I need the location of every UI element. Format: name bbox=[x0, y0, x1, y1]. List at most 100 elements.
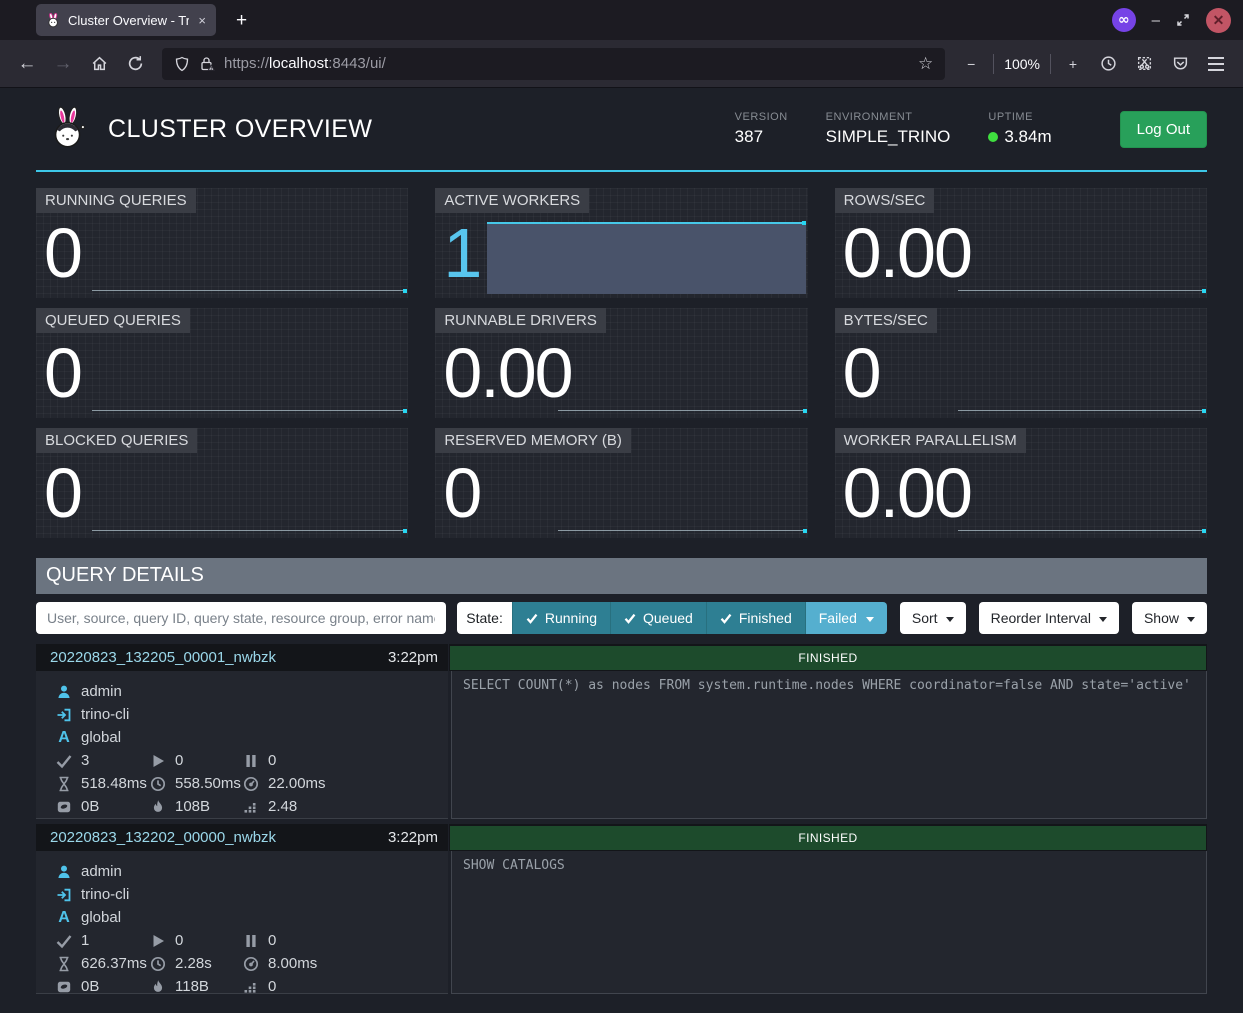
new-tab-button[interactable]: + bbox=[228, 10, 255, 32]
state-button-label: Queued bbox=[643, 610, 693, 626]
query-body: admin trino-cli A global 1 bbox=[36, 851, 1207, 994]
queued-splits: 0 bbox=[243, 749, 442, 772]
zoom-level[interactable]: 100% bbox=[1004, 56, 1040, 72]
completed-splits: 1 bbox=[56, 929, 150, 952]
zoom-controls: − 100% + bbox=[959, 48, 1085, 80]
state-button-label: Failed bbox=[819, 610, 857, 626]
sort-dropdown[interactable]: Sort bbox=[900, 602, 966, 634]
play-icon bbox=[150, 753, 166, 769]
query-id-link[interactable]: 20220823_132202_00000_nwbzk bbox=[50, 829, 276, 846]
tile-running-queries: RUNNING QUERIES 0 bbox=[36, 188, 408, 298]
screenshot-button[interactable] bbox=[1127, 48, 1161, 80]
sparkline bbox=[958, 410, 1204, 411]
tile-label: RUNNING QUERIES bbox=[36, 188, 196, 213]
sparkline bbox=[92, 290, 405, 291]
play-icon bbox=[150, 933, 166, 949]
zoom-out-button[interactable]: − bbox=[959, 48, 983, 80]
user-icon bbox=[56, 684, 72, 700]
query-user-value: admin bbox=[81, 863, 122, 880]
sparkline-dot bbox=[802, 221, 806, 225]
completed-splits-value: 3 bbox=[81, 752, 89, 769]
query-sql-panel: SHOW CATALOGS bbox=[451, 851, 1207, 994]
tile-label: ROWS/SEC bbox=[835, 188, 935, 213]
trino-bunny-logo-icon bbox=[46, 106, 92, 152]
pocket-button[interactable] bbox=[1163, 48, 1197, 80]
fire-icon bbox=[150, 799, 166, 815]
parallelism-chart-icon bbox=[243, 799, 259, 815]
query-source-value: trino-cli bbox=[81, 886, 129, 903]
separator bbox=[1050, 54, 1051, 74]
forward-button[interactable]: → bbox=[46, 48, 80, 80]
back-button[interactable]: ← bbox=[10, 48, 44, 80]
home-button[interactable] bbox=[82, 48, 116, 80]
lock-warning-icon[interactable] bbox=[199, 56, 215, 72]
completed-splits: 3 bbox=[56, 749, 150, 772]
reorder-interval-dropdown[interactable]: Reorder Interval bbox=[979, 602, 1119, 634]
query-splits-row: 3 0 0 bbox=[56, 749, 442, 772]
wall-time-value: 518.48ms bbox=[81, 775, 147, 792]
minimize-button[interactable]: – bbox=[1152, 12, 1160, 29]
query-header-left: 20220823_132202_00000_nwbzk 3:22pm bbox=[36, 824, 448, 851]
query-memory-row: 0B 118B 0 bbox=[56, 975, 442, 998]
query-header: 20220823_132205_00001_nwbzk 3:22pm FINIS… bbox=[36, 644, 1207, 671]
wall-time-value: 626.37ms bbox=[81, 955, 147, 972]
page-title: CLUSTER OVERVIEW bbox=[108, 115, 372, 144]
sparkline bbox=[958, 290, 1204, 291]
uptime-label: UPTIME bbox=[988, 111, 1051, 123]
query-card: 20220823_132205_00001_nwbzk 3:22pm FINIS… bbox=[36, 644, 1207, 819]
browser-tab[interactable]: Cluster Overview - Trino × bbox=[36, 4, 216, 36]
url-bar[interactable]: https://localhost:8443/ui/ ☆ bbox=[162, 48, 945, 80]
queued-splits-value: 0 bbox=[268, 752, 276, 769]
query-details-header: QUERY DETAILS bbox=[36, 558, 1207, 594]
hourglass-icon bbox=[56, 956, 72, 972]
version-info: VERSION 387 bbox=[735, 111, 788, 147]
query-id-link[interactable]: 20220823_132205_00001_nwbzk bbox=[50, 649, 276, 666]
menu-button[interactable] bbox=[1199, 48, 1233, 80]
resource-group-icon: A bbox=[56, 909, 72, 927]
query-user-value: admin bbox=[81, 683, 122, 700]
maximize-button[interactable] bbox=[1176, 13, 1190, 27]
sparkline-dot bbox=[803, 409, 807, 413]
query-source: trino-cli bbox=[56, 703, 442, 726]
state-button-failed[interactable]: Failed bbox=[805, 602, 887, 634]
history-button[interactable] bbox=[1091, 48, 1125, 80]
zoom-in-button[interactable]: + bbox=[1061, 48, 1085, 80]
cluster-stats-grid: RUNNING QUERIES 0 ACTIVE WORKERS 1 ROWS/… bbox=[36, 188, 1207, 538]
state-button-running[interactable]: Running bbox=[512, 602, 610, 634]
logout-button[interactable]: Log Out bbox=[1120, 111, 1207, 148]
tile-label: BLOCKED QUERIES bbox=[36, 428, 197, 453]
query-status-track: FINISHED bbox=[449, 824, 1207, 851]
tile-label: QUEUED QUERIES bbox=[36, 308, 190, 333]
shield-icon[interactable] bbox=[174, 56, 190, 72]
gauge-icon bbox=[243, 776, 259, 792]
chevron-down-icon bbox=[1187, 617, 1195, 622]
close-window-button[interactable]: ✕ bbox=[1206, 8, 1231, 33]
tile-worker-parallelism: WORKER PARALLELISM 0.00 bbox=[835, 428, 1207, 538]
show-dropdown[interactable]: Show bbox=[1132, 602, 1207, 634]
browser-toolbar: ← → https://localhost:8443/ui/ ☆ bbox=[0, 40, 1243, 88]
url-text[interactable]: https://localhost:8443/ui/ bbox=[224, 55, 386, 72]
query-source-value: trino-cli bbox=[81, 706, 129, 723]
query-stats-panel: admin trino-cli A global 3 bbox=[36, 671, 448, 819]
tab-close-icon[interactable]: × bbox=[196, 13, 208, 28]
sparkline bbox=[958, 530, 1204, 531]
query-sql-text: SHOW CATALOGS bbox=[463, 858, 1195, 873]
query-time: 3:22pm bbox=[388, 829, 438, 846]
state-button-finished[interactable]: Finished bbox=[706, 602, 805, 634]
browser-tab-bar: Cluster Overview - Trino × + ∞ – ✕ bbox=[0, 0, 1243, 40]
query-search-input[interactable] bbox=[36, 602, 446, 634]
bookmark-star-icon[interactable]: ☆ bbox=[918, 54, 933, 74]
reload-button[interactable] bbox=[118, 48, 152, 80]
cluster-header: CLUSTER OVERVIEW VERSION 387 ENVIRONMENT… bbox=[36, 88, 1207, 172]
parallelism-value: 2.48 bbox=[268, 798, 297, 815]
current-memory-value: 0B bbox=[81, 798, 99, 815]
pause-icon bbox=[243, 933, 259, 949]
resource-group-icon: A bbox=[56, 729, 72, 747]
version-label: VERSION bbox=[735, 111, 788, 123]
private-browsing-icon: ∞ bbox=[1112, 8, 1136, 32]
query-status-badge: FINISHED bbox=[450, 826, 1206, 850]
state-button-queued[interactable]: Queued bbox=[610, 602, 706, 634]
parallelism-chart-icon bbox=[243, 979, 259, 995]
query-status-badge: FINISHED bbox=[450, 646, 1206, 670]
status-dot bbox=[988, 132, 998, 142]
